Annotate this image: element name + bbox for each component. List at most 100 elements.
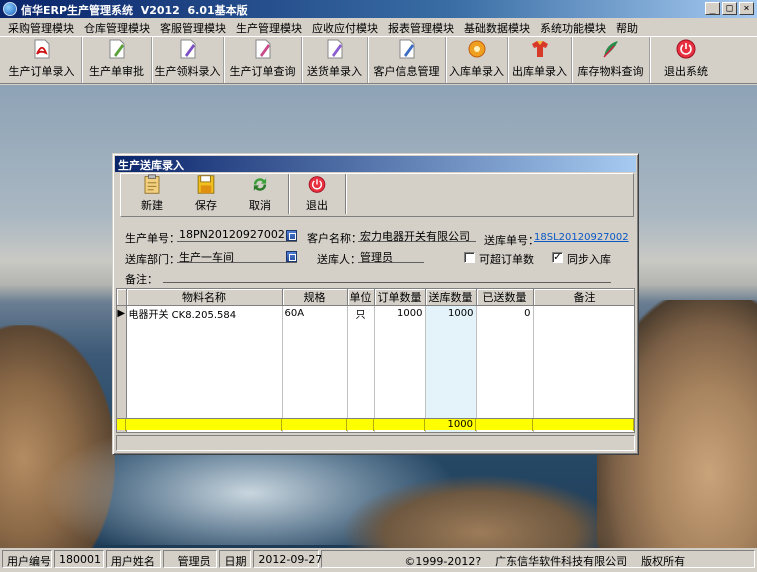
department-field[interactable]: 生产一车间 bbox=[177, 249, 297, 264]
toolbar-production-approval[interactable]: 生产单审批 bbox=[82, 37, 152, 83]
toolbar-separator bbox=[345, 174, 347, 214]
delivery-no-label: 送库单号： bbox=[484, 234, 539, 247]
grid-footer-bar bbox=[116, 435, 635, 451]
save-button[interactable]: 保存 bbox=[179, 174, 233, 216]
status-copyright: ©1999-2012? 广东信华软件科技有限公司 版权所有 bbox=[321, 550, 755, 568]
document-pen-icon bbox=[252, 38, 274, 60]
menu-help[interactable]: 帮助 bbox=[611, 18, 643, 36]
background-rocks-bottom bbox=[330, 470, 630, 548]
grid-header-row: 物料名称 规格 单位 订单数量 送库数量 已送数量 备注 bbox=[117, 289, 634, 306]
app-icon bbox=[3, 2, 17, 16]
customer-field[interactable]: 宏力电器开关有限公司 bbox=[358, 228, 476, 243]
menu-bar: 采购管理模块 仓库管理模块 客服管理模块 生产管理模块 应收应付模块 报表管理模… bbox=[0, 18, 757, 36]
over-order-label: 可超订单数 bbox=[479, 253, 534, 266]
menu-warehouse[interactable]: 仓库管理模块 bbox=[79, 18, 155, 36]
maximize-button[interactable]: □ bbox=[722, 2, 737, 15]
menu-system[interactable]: 系统功能模块 bbox=[535, 18, 611, 36]
production-no-field[interactable]: 18PN20120927002 bbox=[177, 228, 297, 242]
col-order-qty[interactable]: 订单数量 bbox=[374, 289, 426, 306]
col-sent-qty[interactable]: 已送数量 bbox=[476, 289, 534, 306]
power-icon bbox=[675, 38, 697, 60]
remark-label: 备注： bbox=[125, 273, 158, 286]
department-lookup-icon[interactable] bbox=[286, 251, 297, 262]
floppy-disk-icon bbox=[197, 175, 215, 194]
toolbar-production-order-entry[interactable]: 生产订单录入 bbox=[2, 37, 82, 83]
menu-purchase[interactable]: 采购管理模块 bbox=[3, 18, 79, 36]
person-label: 送库人： bbox=[317, 253, 361, 266]
over-order-checkbox[interactable] bbox=[464, 252, 475, 263]
cell-unit[interactable]: 只 bbox=[347, 305, 375, 321]
delivery-no-link[interactable]: 18SL20120927002 bbox=[534, 232, 629, 243]
status-bar: 用户编号 180001 用户姓名 管理员 日期 2012-09-27 ©1999… bbox=[0, 548, 757, 572]
dialog-title: 生产送库录入 bbox=[115, 156, 636, 172]
window-title: 信华ERP生产管理系统 V2012 6.01基本版 bbox=[21, 4, 248, 17]
shirt-icon bbox=[529, 38, 551, 60]
document-pen-icon bbox=[106, 38, 128, 60]
row-indicator-icon: ▶ bbox=[117, 305, 127, 321]
toolbar-inventory-query[interactable]: 库存物料查询 bbox=[572, 37, 650, 83]
dialog-toolbar: 新建 保存 取消 退出 bbox=[120, 173, 634, 217]
menu-basic-data[interactable]: 基础数据模块 bbox=[459, 18, 535, 36]
close-button[interactable]: × bbox=[739, 2, 754, 15]
person-field[interactable]: 管理员 bbox=[358, 249, 424, 264]
toolbar-production-order-query[interactable]: 生产订单查询 bbox=[224, 37, 302, 83]
cancel-button[interactable]: 取消 bbox=[233, 174, 287, 216]
document-pen-icon bbox=[324, 38, 346, 60]
remark-field[interactable] bbox=[163, 269, 611, 283]
col-spec[interactable]: 规格 bbox=[282, 289, 348, 306]
grid-corner bbox=[117, 289, 127, 306]
sync-stock-in-checkbox[interactable]: ✓ bbox=[552, 252, 563, 263]
menu-receivables[interactable]: 应收应付模块 bbox=[307, 18, 383, 36]
status-date-label: 日期 bbox=[219, 550, 252, 568]
col-material-name[interactable]: 物料名称 bbox=[126, 289, 283, 306]
window-titlebar: 信华ERP生产管理系统 V2012 6.01基本版 _ □ × bbox=[0, 0, 757, 18]
minimize-button[interactable]: _ bbox=[705, 2, 720, 15]
cell-spec[interactable]: 60A bbox=[282, 305, 348, 321]
toolbar-stock-in-entry[interactable]: 入库单录入 bbox=[446, 37, 508, 83]
cell-send-qty[interactable]: 1000 bbox=[425, 305, 477, 321]
cell-remark[interactable] bbox=[533, 305, 634, 321]
status-user-name: 管理员 bbox=[162, 550, 218, 568]
sync-stock-in-label: 同步入库 bbox=[567, 253, 611, 266]
toolbar-stock-out-entry[interactable]: 出库单录入 bbox=[508, 37, 572, 83]
delivery-form: 生产单号： 18PN20120927002 客户名称： 宏力电器开关有限公司 送… bbox=[115, 218, 636, 286]
refresh-icon bbox=[253, 178, 267, 191]
toolbar-material-issue-entry[interactable]: 生产领料录入 bbox=[152, 37, 224, 83]
main-toolbar: 生产订单录入 生产单审批 生产领料录入 生产订单查询 送货单录入 客户信息管理 bbox=[0, 36, 757, 84]
department-label: 送库部门： bbox=[125, 253, 180, 266]
table-row-empty bbox=[117, 321, 634, 432]
cell-sent-qty[interactable]: 0 bbox=[476, 305, 534, 321]
col-unit[interactable]: 单位 bbox=[347, 289, 375, 306]
status-date: 2012-09-27 bbox=[253, 550, 322, 568]
menu-reports[interactable]: 报表管理模块 bbox=[383, 18, 459, 36]
gear-icon bbox=[466, 38, 488, 60]
status-user-name-label: 用户姓名 bbox=[105, 550, 161, 568]
menu-production[interactable]: 生产管理模块 bbox=[231, 18, 307, 36]
total-send-qty: 1000 bbox=[425, 419, 476, 431]
clipboard-icon bbox=[144, 174, 160, 194]
production-delivery-dialog: 生产送库录入 新建 保存 取消 退出 生产单号： 18PN20120927002… bbox=[112, 153, 639, 455]
toolbar-customer-info[interactable]: 客户信息管理 bbox=[368, 37, 446, 83]
col-remark[interactable]: 备注 bbox=[533, 289, 634, 306]
customer-label: 客户名称： bbox=[307, 232, 362, 245]
col-send-qty[interactable]: 送库数量 bbox=[425, 289, 477, 306]
toolbar-exit-system[interactable]: 退出系统 bbox=[650, 37, 722, 83]
toolbar-delivery-note-entry[interactable]: 送货单录入 bbox=[302, 37, 368, 83]
table-row[interactable]: ▶ 电器开关 CK8.205.584 60A 只 1000 1000 0 bbox=[117, 305, 634, 321]
grid-total-row: 1000 bbox=[117, 418, 634, 431]
feather-icon bbox=[600, 38, 622, 60]
production-no-lookup-icon[interactable] bbox=[286, 230, 297, 241]
production-no-label: 生产单号： bbox=[125, 232, 180, 245]
pdf-document-icon bbox=[31, 38, 53, 60]
cell-order-qty[interactable]: 1000 bbox=[374, 305, 426, 321]
menu-service[interactable]: 客服管理模块 bbox=[155, 18, 231, 36]
status-user-id: 180001 bbox=[54, 550, 104, 568]
new-button[interactable]: 新建 bbox=[125, 174, 179, 216]
document-pen-icon bbox=[396, 38, 418, 60]
status-user-id-label: 用户编号 bbox=[2, 550, 52, 568]
delivery-grid: 物料名称 规格 单位 订单数量 送库数量 已送数量 备注 ▶ 电器开关 CK8.… bbox=[116, 288, 635, 433]
power-icon bbox=[308, 176, 326, 193]
exit-button[interactable]: 退出 bbox=[290, 174, 344, 216]
cell-material-name[interactable]: 电器开关 CK8.205.584 bbox=[126, 305, 283, 321]
document-pen-icon bbox=[177, 38, 199, 60]
